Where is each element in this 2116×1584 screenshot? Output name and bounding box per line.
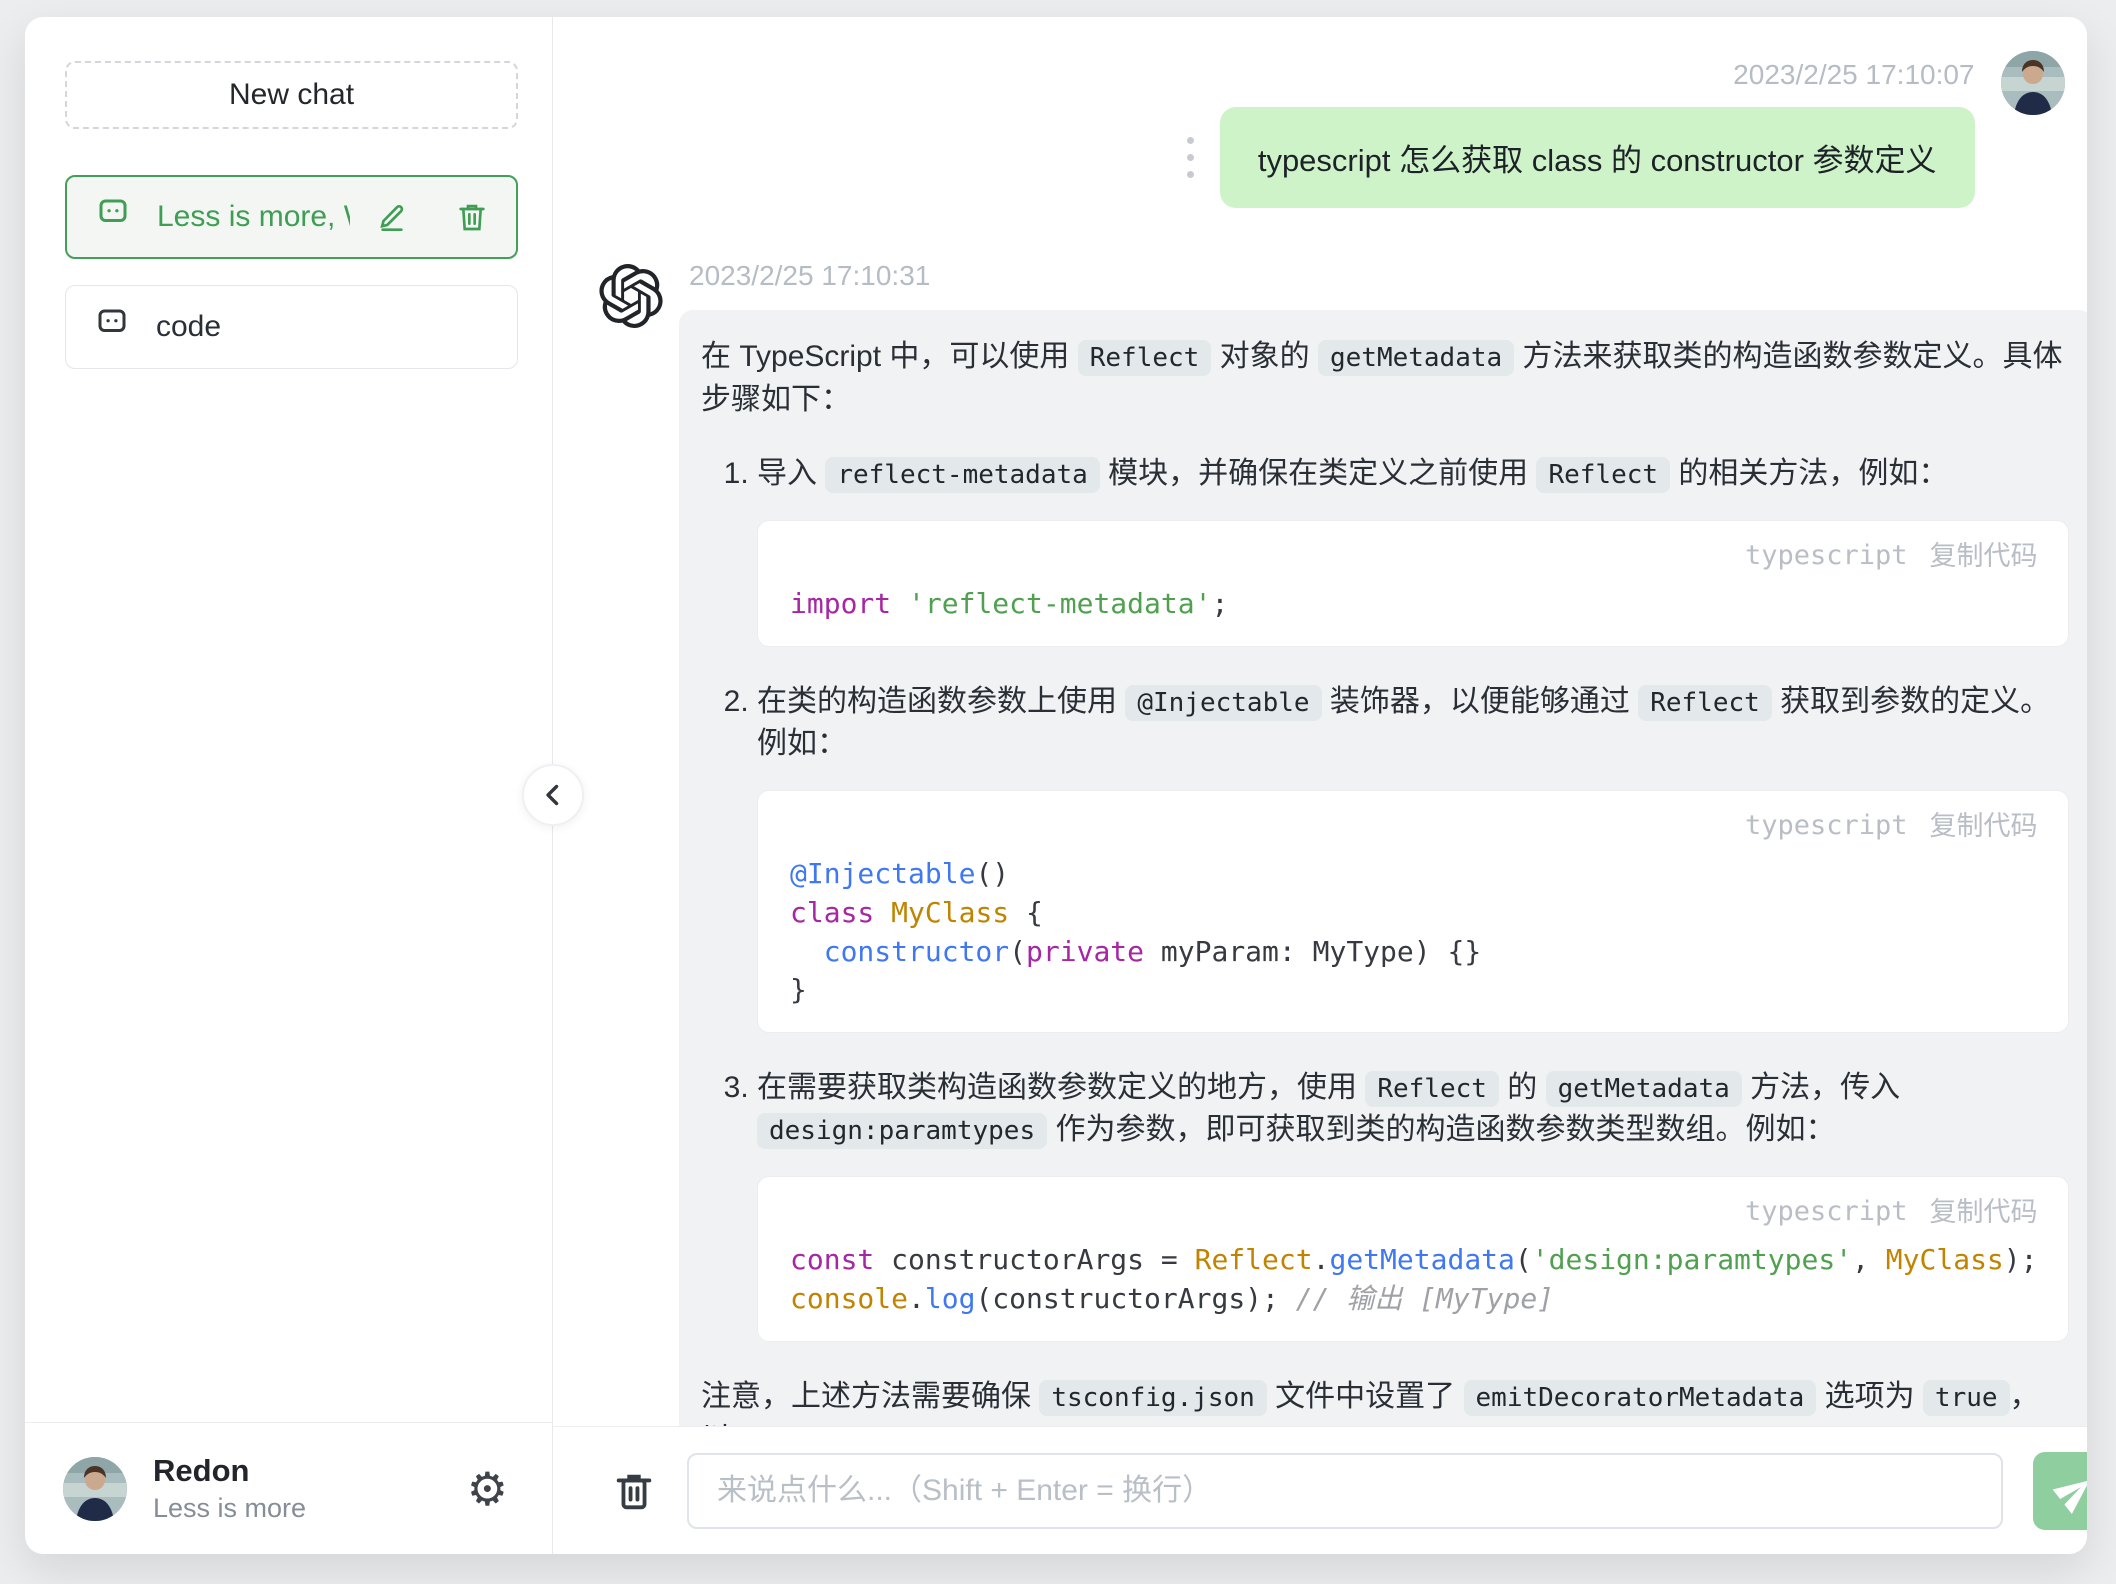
assistant-message: 2023/2/25 17:10:31 在 TypeScript 中，可以使用 R… bbox=[599, 250, 2087, 1426]
code-block: typescript 复制代码 const constructorArgs = … bbox=[757, 1176, 2069, 1342]
inline-code: Reflect bbox=[1078, 340, 1212, 376]
inline-code: design:paramtypes bbox=[757, 1113, 1047, 1149]
code-language-label: typescript bbox=[1745, 1193, 1908, 1231]
code-block: typescript 复制代码 import 'reflect-metadata… bbox=[757, 520, 2069, 647]
message-list: 2023/2/25 17:10:07 typescript 怎么获取 class… bbox=[553, 17, 2087, 1426]
composer bbox=[553, 1426, 2087, 1554]
message-input[interactable] bbox=[687, 1453, 2003, 1529]
copy-code-button[interactable]: 复制代码 bbox=[1930, 807, 2038, 845]
app-window: New chat Less is more, Wor... bbox=[25, 17, 2087, 1554]
copy-code-button[interactable]: 复制代码 bbox=[1930, 1193, 2038, 1231]
inline-code: reflect-metadata bbox=[825, 457, 1099, 493]
paragraph: 注意，上述方法需要确保 tsconfig.json 文件中设置了 emitDec… bbox=[701, 1376, 2069, 1426]
list-item: 导入 reflect-metadata 模块，并确保在类定义之前使用 Refle… bbox=[757, 453, 2069, 647]
profile-meta: Redon Less is more bbox=[153, 1453, 441, 1524]
chevron-left-icon bbox=[536, 778, 570, 812]
profile-avatar[interactable] bbox=[63, 1457, 127, 1521]
trash-icon[interactable] bbox=[456, 201, 488, 233]
message-timestamp: 2023/2/25 17:10:31 bbox=[689, 260, 2087, 292]
inline-code: tsconfig.json bbox=[1039, 1380, 1267, 1416]
code-content: import 'reflect-metadata'; bbox=[790, 585, 2038, 624]
user-avatar bbox=[2001, 51, 2065, 115]
user-message-bubble: typescript 怎么获取 class 的 constructor 参数定义 bbox=[1220, 107, 1975, 208]
inline-code: Reflect bbox=[1365, 1071, 1499, 1107]
chat-area: 2023/2/25 17:10:07 typescript 怎么获取 class… bbox=[553, 17, 2087, 1554]
inline-code: @Injectable bbox=[1125, 685, 1321, 721]
chat-list: New chat Less is more, Wor... bbox=[25, 17, 552, 1422]
chat-title: Less is more, Wor... bbox=[157, 200, 350, 234]
chat-list-item-active[interactable]: Less is more, Wor... bbox=[65, 175, 518, 259]
chat-list-item[interactable]: code bbox=[65, 285, 518, 369]
profile-subtitle: Less is more bbox=[153, 1493, 441, 1524]
user-message: 2023/2/25 17:10:07 typescript 怎么获取 class… bbox=[599, 51, 2087, 208]
gear-icon[interactable]: ⚙ bbox=[467, 1466, 508, 1512]
inline-code: true bbox=[1923, 1380, 2010, 1416]
new-chat-button[interactable]: New chat bbox=[65, 61, 518, 129]
list-item: 在需要获取类构造函数参数定义的地方，使用 Reflect 的 getMetada… bbox=[757, 1067, 2069, 1342]
assistant-message-bubble: 在 TypeScript 中，可以使用 Reflect 对象的 getMetad… bbox=[679, 310, 2087, 1426]
chat-bubble-icon bbox=[95, 195, 131, 239]
code-language-label: typescript bbox=[1745, 537, 1908, 575]
inline-code: Reflect bbox=[1536, 457, 1670, 493]
inline-code: getMetadata bbox=[1318, 340, 1514, 376]
steps-list: 导入 reflect-metadata 模块，并确保在类定义之前使用 Refle… bbox=[701, 453, 2069, 1341]
inline-code: Reflect bbox=[1638, 685, 1772, 721]
profile-section: Redon Less is more ⚙ bbox=[25, 1422, 552, 1554]
code-block: typescript 复制代码 @Injectable() class MyCl… bbox=[757, 790, 2069, 1033]
paragraph: 在 TypeScript 中，可以使用 Reflect 对象的 getMetad… bbox=[701, 336, 2069, 421]
sidebar: New chat Less is more, Wor... bbox=[25, 17, 553, 1554]
edit-icon[interactable] bbox=[376, 201, 408, 233]
clear-chat-trash-icon[interactable] bbox=[611, 1468, 657, 1514]
message-timestamp: 2023/2/25 17:10:07 bbox=[1733, 59, 1974, 91]
code-language-label: typescript bbox=[1745, 807, 1908, 845]
openai-logo-icon bbox=[599, 250, 665, 1426]
message-menu-icon[interactable] bbox=[1181, 131, 1200, 184]
copy-code-button[interactable]: 复制代码 bbox=[1930, 537, 2038, 575]
profile-name: Redon bbox=[153, 1453, 441, 1489]
sidebar-collapse-button[interactable] bbox=[522, 764, 584, 826]
chat-bubble-icon bbox=[94, 305, 130, 349]
code-content: const constructorArgs = Reflect.getMetad… bbox=[790, 1241, 2038, 1318]
chat-title: code bbox=[156, 310, 489, 344]
list-item: 在类的构造函数参数上使用 @Injectable 装饰器，以便能够通过 Refl… bbox=[757, 681, 2069, 1033]
send-plane-icon bbox=[2054, 1469, 2087, 1513]
inline-code: emitDecoratorMetadata bbox=[1464, 1380, 1817, 1416]
send-button[interactable] bbox=[2033, 1452, 2087, 1530]
inline-code: getMetadata bbox=[1546, 1071, 1742, 1107]
code-content: @Injectable() class MyClass { constructo… bbox=[790, 855, 2038, 1010]
